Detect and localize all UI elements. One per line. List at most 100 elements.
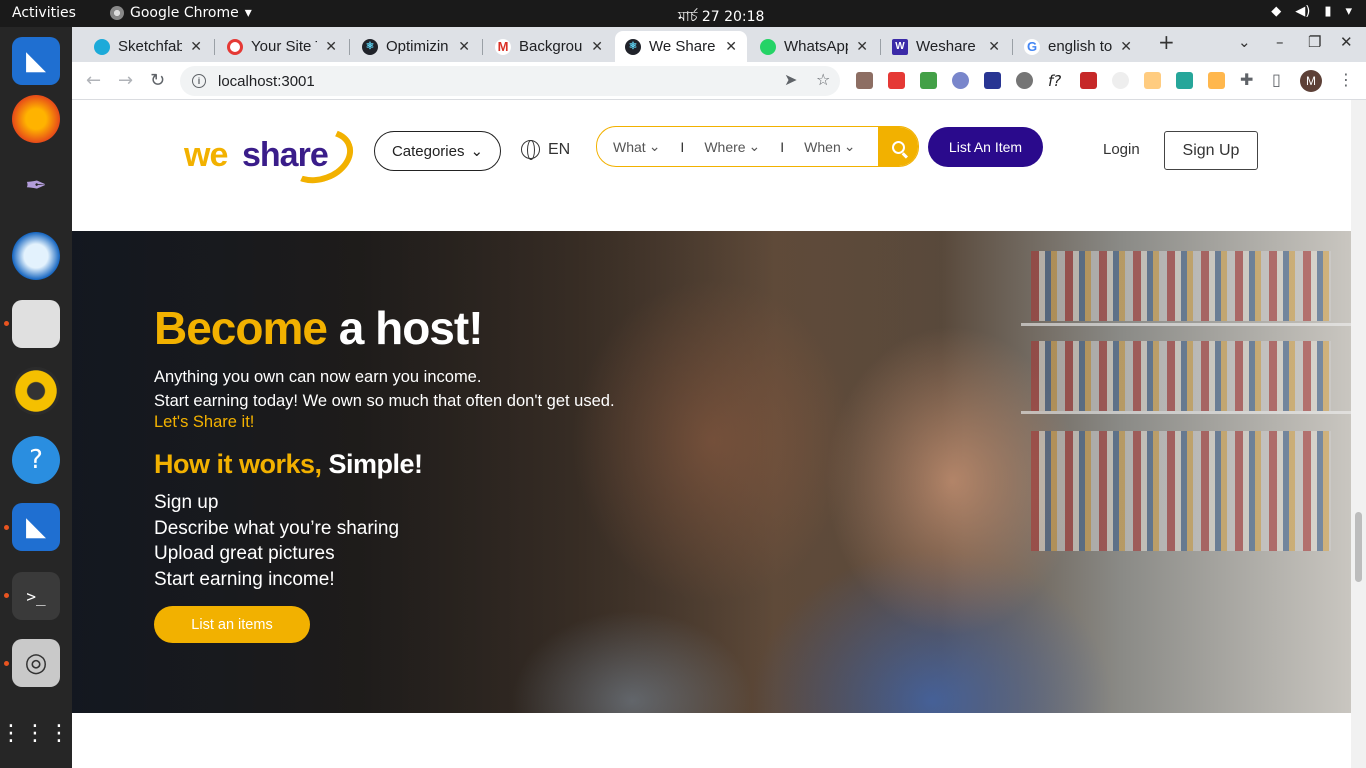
divider [482, 39, 483, 55]
search-button[interactable] [878, 127, 918, 166]
tab-weshare-doc[interactable]: W Weshare r ✕ [882, 31, 1010, 62]
language-selector[interactable]: EN [521, 140, 570, 160]
how-rest: Simple! [321, 449, 424, 479]
rhythmbox-icon[interactable] [12, 367, 60, 415]
extension-icon[interactable] [1080, 72, 1097, 89]
step-item: Upload great pictures [154, 543, 335, 564]
extension-icon[interactable] [1144, 72, 1161, 89]
site-icon [227, 38, 243, 55]
login-link[interactable]: Login [1103, 141, 1140, 158]
tab-search-icon[interactable]: ⌄ [1238, 33, 1251, 51]
send-icon[interactable]: ➤ [784, 70, 797, 89]
close-icon[interactable]: ✕ [591, 38, 603, 55]
close-window-button[interactable]: ✕ [1340, 33, 1353, 51]
extension-icon[interactable] [952, 72, 969, 89]
what-dropdown[interactable]: What ⌄ [613, 138, 660, 155]
extension-icon[interactable] [1016, 72, 1033, 89]
scrollbar-thumb[interactable] [1355, 512, 1362, 582]
react-icon: ⚛ [362, 38, 378, 55]
fontface-icon[interactable]: f? [1048, 72, 1065, 90]
tab-your-site[interactable]: Your Site T ✕ [217, 31, 347, 62]
new-tab-button[interactable]: + [1158, 30, 1175, 54]
show-apps-icon[interactable]: ⋮⋮⋮ [0, 709, 70, 757]
page-scrollbar[interactable] [1351, 100, 1366, 768]
chevron-down-icon: ⌄ [648, 138, 661, 154]
close-icon[interactable]: ✕ [190, 38, 202, 55]
signup-button[interactable]: Sign Up [1164, 131, 1258, 170]
step-item: Sign up [154, 492, 219, 513]
globe-icon [521, 140, 540, 160]
wifi-icon: ◆ [1271, 4, 1282, 19]
extension-icon[interactable] [1208, 72, 1225, 89]
hero-description: Anything you own can now earn you income… [154, 365, 615, 413]
react-icon: ⚛ [625, 38, 641, 55]
extension-icon[interactable] [856, 72, 873, 89]
files-icon[interactable] [12, 300, 60, 348]
close-icon[interactable]: ✕ [325, 38, 337, 55]
divider [349, 39, 350, 55]
battery-icon: ▮ [1324, 4, 1332, 19]
when-dropdown[interactable]: When ⌄ [804, 138, 855, 155]
menu-icon[interactable]: ⋮ [1338, 70, 1354, 89]
close-icon[interactable]: ✕ [1120, 38, 1132, 55]
running-indicator [4, 321, 9, 326]
close-icon[interactable]: ✕ [458, 38, 470, 55]
forward-button[interactable]: → [118, 70, 133, 91]
minimize-button[interactable]: – [1276, 33, 1284, 51]
weshare-logo[interactable]: we share [184, 119, 361, 193]
activities-button[interactable]: Activities [12, 5, 76, 21]
extension-icon[interactable] [920, 72, 937, 89]
running-indicator [4, 661, 9, 666]
clock[interactable]: মার্চ 27 20:18 [678, 5, 764, 29]
tab-google-translate[interactable]: G english to ✕ [1014, 31, 1142, 62]
tab-gmail[interactable]: M Backgrou ✕ [485, 31, 613, 62]
feather-icon[interactable]: ✒ [12, 162, 60, 210]
side-panel-icon[interactable]: ▯ [1272, 70, 1281, 89]
list-an-item-button[interactable]: List An Item [928, 127, 1043, 167]
list-an-items-button[interactable]: List an items [154, 606, 310, 643]
divider: I [680, 138, 685, 155]
close-icon[interactable]: ✕ [725, 38, 737, 55]
vscode-icon[interactable]: ◣ [12, 37, 60, 85]
close-icon[interactable]: ✕ [856, 38, 868, 55]
tab-optimizing[interactable]: ⚛ Optimizin ✕ [352, 31, 480, 62]
categories-dropdown[interactable]: Categories ⌄ [374, 131, 501, 171]
extension-icon[interactable] [984, 72, 1001, 89]
maximize-button[interactable]: ❐ [1308, 33, 1321, 51]
extension-icon[interactable] [888, 72, 905, 89]
tab-whatsapp[interactable]: WhatsApp ✕ [750, 31, 878, 62]
where-dropdown[interactable]: Where ⌄ [704, 138, 760, 155]
steps-list: Sign up Describe what you’re sharing Upl… [154, 490, 399, 592]
puzzle-icon[interactable]: ✚ [1240, 70, 1253, 89]
divider [1012, 39, 1013, 55]
address-bar[interactable]: i localhost:3001 [180, 66, 840, 96]
running-indicator [4, 525, 9, 530]
extension-icon[interactable] [1112, 72, 1129, 89]
tab-we-share[interactable]: ⚛ We Share ✕ [615, 31, 747, 62]
terminal-icon[interactable]: >_ [12, 572, 60, 620]
app-menu[interactable]: Google Chrome ▾ [110, 5, 252, 21]
logo-swoosh [277, 119, 361, 193]
reload-button[interactable]: ↻ [150, 70, 165, 91]
firefox-icon[interactable] [12, 95, 60, 143]
thunderbird-icon[interactable] [12, 232, 60, 280]
avatar[interactable]: M [1300, 70, 1322, 92]
hero-line: Start earning today! We own so much that… [154, 392, 615, 410]
screenshot-icon[interactable]: ◎ [12, 639, 60, 687]
extension-icon[interactable] [1176, 72, 1193, 89]
bookmark-star-icon[interactable]: ☆ [816, 70, 830, 89]
tab-title: Optimizin [386, 38, 449, 55]
how-it-works-heading: How it works, Simple! [154, 449, 423, 480]
back-button[interactable]: ← [86, 70, 101, 91]
info-icon[interactable]: i [192, 74, 206, 88]
running-indicator [4, 593, 9, 598]
tab-sketchfab[interactable]: Sketchfab ✕ [84, 31, 212, 62]
chevron-down-icon: ⌄ [843, 138, 856, 154]
help-icon[interactable]: ? [12, 436, 60, 484]
system-tray[interactable]: ◆ ◀) ▮ ▾ [1271, 4, 1352, 19]
vscode-icon[interactable]: ◣ [12, 503, 60, 551]
sketchfab-icon [94, 38, 110, 55]
close-icon[interactable]: ✕ [988, 38, 1000, 55]
tab-title: Backgrou [519, 38, 583, 55]
how-highlight: How it works, [154, 449, 322, 479]
